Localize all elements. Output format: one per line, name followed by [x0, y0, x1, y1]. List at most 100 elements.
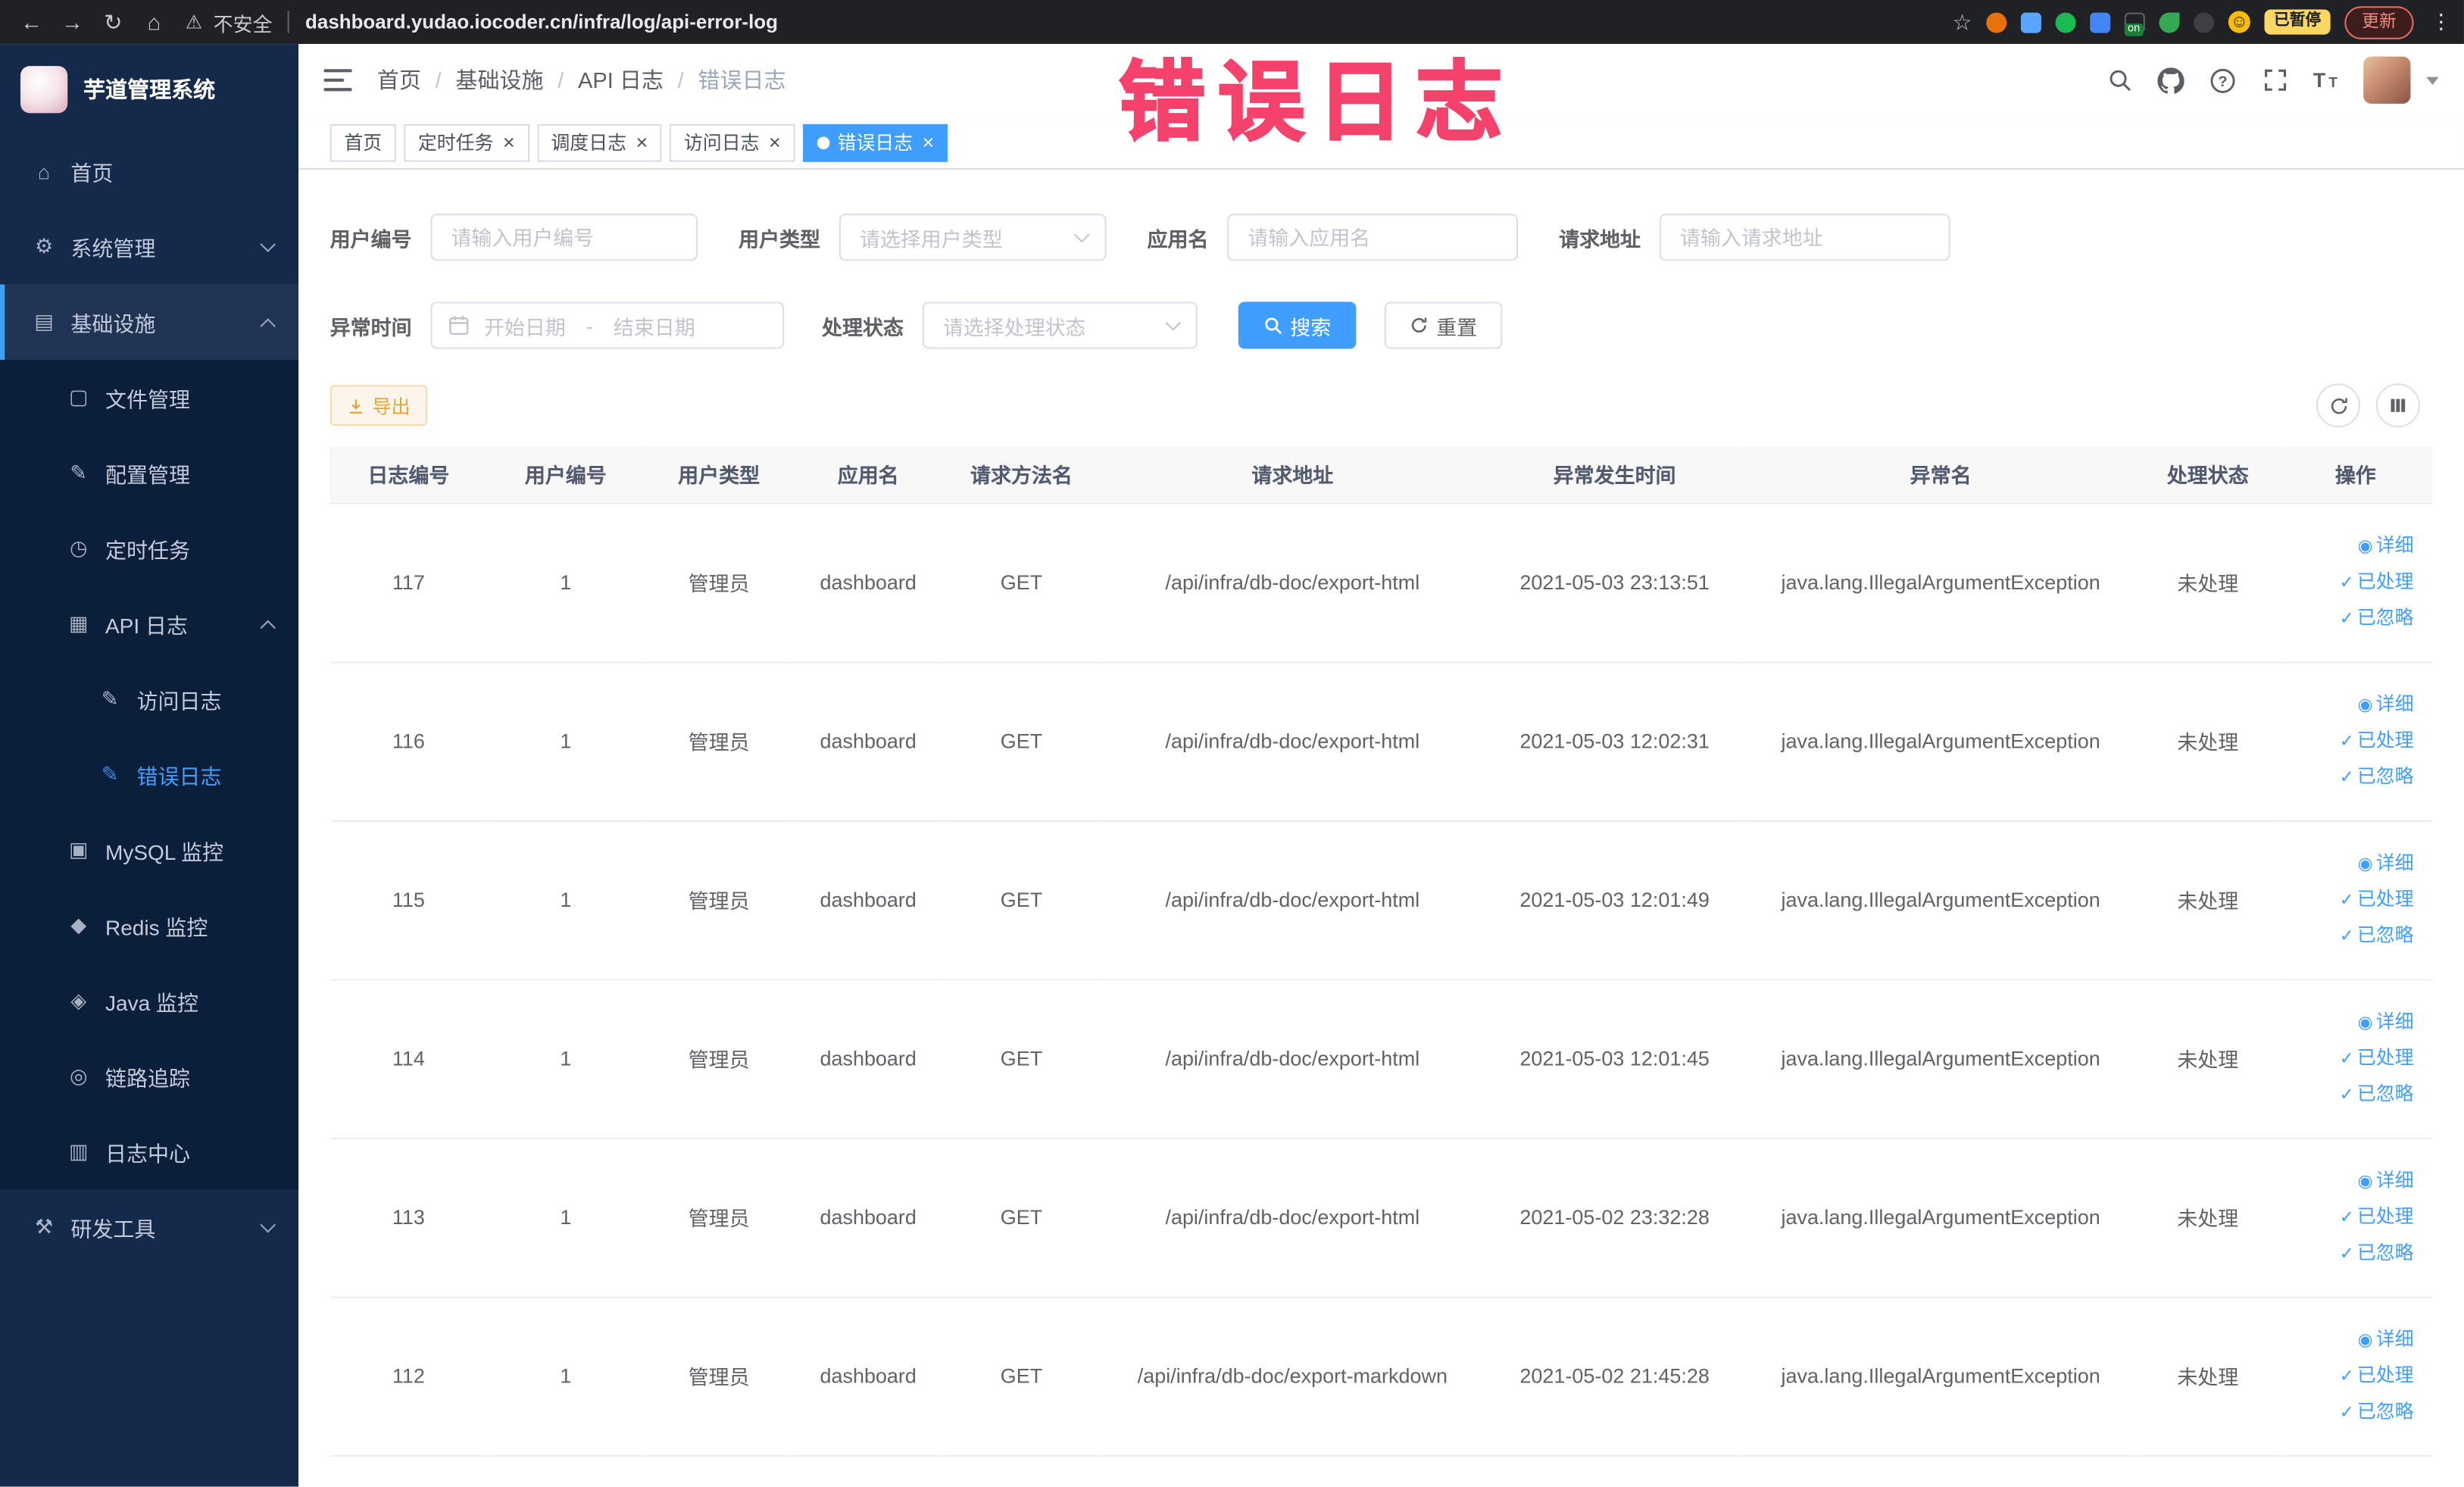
tab-close-icon[interactable]: × — [769, 132, 781, 152]
ignored-link[interactable]: ✓ 已忽略 — [2288, 1076, 2414, 1113]
detail-link[interactable]: ◉ 详细 — [2288, 687, 2414, 723]
logo-title: 芋道管理系统 — [83, 76, 216, 102]
user-id-input[interactable] — [430, 214, 698, 261]
tab-close-icon[interactable]: × — [636, 132, 648, 152]
sidebar-item-label: Redis 监控 — [105, 916, 208, 940]
extension-icon-1[interactable] — [1986, 11, 2007, 33]
cell-id: 113 — [329, 1138, 488, 1298]
sidebar-item-1[interactable]: ⚙ 系统管理 — [0, 209, 298, 285]
column-header: 操作 — [2278, 446, 2433, 504]
check-icon: ✓ — [2339, 927, 2354, 946]
sidebar-item-4[interactable]: ✎ 配置管理 — [0, 435, 299, 511]
browser-menu-icon[interactable]: ⋮ — [2431, 9, 2451, 34]
search-button[interactable]: 搜索 — [1238, 301, 1357, 349]
extension-icon-4[interactable] — [2090, 11, 2111, 33]
cell-app: dashboard — [793, 661, 943, 821]
reload-icon[interactable]: ↻ — [94, 8, 132, 35]
tab-close-icon[interactable]: × — [503, 132, 515, 152]
detail-link[interactable]: ◉ 详细 — [2288, 1163, 2414, 1199]
github-icon[interactable] — [2156, 65, 2185, 95]
extension-icon-3[interactable] — [2055, 11, 2076, 33]
extension-icon-5[interactable]: on — [2124, 11, 2145, 36]
ignored-link[interactable]: ✓ 已忽略 — [2288, 600, 2414, 636]
address-bar[interactable]: ⚠ 不安全 dashboard.yudao.iocoder.cn/infra/l… — [186, 7, 1934, 36]
bookmark-star-icon[interactable]: ☆ — [1953, 8, 1972, 35]
sidebar-collapse-icon[interactable] — [323, 69, 352, 92]
cell-method: GET — [942, 820, 1101, 980]
ignored-link[interactable]: ✓ 已忽略 — [2288, 918, 2414, 954]
tab-label: 定时任务 — [417, 132, 494, 155]
extension-on-badge: on — [2124, 23, 2144, 36]
help-icon[interactable]: ? — [2208, 65, 2238, 95]
export-button[interactable]: 导出 — [329, 385, 428, 426]
sidebar-item-0[interactable]: ⌂ 首页 — [0, 133, 298, 209]
sidebar-item-label: 定时任务 — [105, 539, 191, 563]
cell-method: GET — [942, 661, 1101, 821]
column-settings-button[interactable] — [2375, 383, 2420, 428]
breadcrumb-item[interactable]: 错误日志 — [698, 64, 785, 95]
detail-link[interactable]: ◉ 详细 — [2288, 1322, 2414, 1358]
processed-link[interactable]: ✓ 已处理 — [2288, 1040, 2414, 1076]
process-status-select[interactable]: 请选择处理状态 — [922, 301, 1198, 349]
home-icon: ⌂ — [37, 159, 51, 183]
browser-update-button[interactable]: 更新 — [2344, 5, 2414, 39]
font-size-icon[interactable]: TT — [2312, 65, 2341, 95]
sidebar-item-10[interactable]: ◆ Redis 监控 — [0, 888, 299, 964]
processed-link[interactable]: ✓ 已处理 — [2288, 1199, 2414, 1236]
forward-icon[interactable]: → — [54, 9, 92, 34]
back-icon[interactable]: ← — [13, 9, 51, 34]
ignored-link[interactable]: ✓ 已忽略 — [2288, 1394, 2414, 1430]
sidebar-item-12[interactable]: ◎ 链路追踪 — [0, 1039, 299, 1114]
sidebar-item-9[interactable]: ▣ MySQL 监控 — [0, 812, 299, 889]
chevron-down-icon — [1074, 226, 1090, 242]
tab-item-3[interactable]: 访问日志 × — [670, 123, 795, 161]
cell-exception: java.lang.IllegalArgumentException — [1744, 502, 2138, 663]
sidebar-item-6[interactable]: ▦ API 日志 — [0, 586, 299, 662]
sidebar-item-14[interactable]: ⚒ 研发工具 — [0, 1189, 298, 1265]
sidebar-item-11[interactable]: ◈ Java 监控 — [0, 963, 299, 1039]
breadcrumb-item[interactable]: 基础设施 — [455, 64, 543, 95]
user-type-select[interactable]: 请选择用户类型 — [839, 214, 1107, 261]
extension-icon-2[interactable] — [2020, 11, 2041, 33]
processed-link[interactable]: ✓ 已处理 — [2288, 1357, 2414, 1394]
sidebar-item-2[interactable]: ▤ 基础设施 — [0, 284, 299, 361]
sidebar-item-5[interactable]: ◷ 定时任务 — [0, 511, 299, 586]
refresh-button[interactable] — [2316, 383, 2361, 428]
detail-link[interactable]: ◉ 详细 — [2288, 528, 2414, 564]
tab-item-1[interactable]: 定时任务 × — [404, 123, 529, 161]
processed-link[interactable]: ✓ 已处理 — [2288, 882, 2414, 918]
browser-home-icon[interactable]: ⌂ — [135, 9, 173, 34]
sidebar-item-3[interactable]: ▢ 文件管理 — [0, 360, 299, 436]
extension-icon-6[interactable] — [2159, 11, 2180, 33]
avatar[interactable] — [2363, 56, 2411, 104]
sidebar-item-label: 基础设施 — [70, 312, 156, 336]
sidebar-item-13[interactable]: ▥ 日志中心 — [0, 1114, 299, 1190]
extension-icon-7[interactable] — [2194, 11, 2215, 33]
app-name-input[interactable] — [1227, 214, 1519, 261]
processed-link[interactable]: ✓ 已处理 — [2288, 723, 2414, 759]
detail-link[interactable]: ◉ 详细 — [2288, 845, 2414, 882]
request-url-input[interactable] — [1659, 214, 1950, 261]
detail-link[interactable]: ◉ 详细 — [2288, 1004, 2414, 1041]
sidebar-item-8[interactable]: ✎ 错误日志 — [0, 736, 299, 813]
fullscreen-icon[interactable] — [2259, 65, 2289, 95]
eye-icon: ◉ — [2357, 1172, 2373, 1192]
tab-close-icon[interactable]: × — [922, 132, 934, 152]
ignored-link[interactable]: ✓ 已忽略 — [2288, 759, 2414, 795]
exception-time-range-picker[interactable]: 开始日期 - 结束日期 — [430, 301, 785, 349]
smiley-extension-icon[interactable]: ☺ — [2228, 11, 2250, 33]
sidebar-item-7[interactable]: ✎ 访问日志 — [0, 661, 299, 737]
processed-link[interactable]: ✓ 已处理 — [2288, 564, 2414, 601]
tab-item-2[interactable]: 调度日志 × — [536, 123, 662, 161]
ignored-link[interactable]: ✓ 已忽略 — [2288, 1236, 2414, 1272]
avatar-caret-down-icon[interactable] — [2426, 76, 2439, 84]
search-icon[interactable] — [2104, 65, 2134, 95]
sidebar-item-label: 研发工具 — [70, 1217, 156, 1242]
breadcrumb-item[interactable]: 首页 — [377, 64, 421, 95]
chevron-down-icon — [1165, 314, 1182, 330]
reset-button[interactable]: 重置 — [1384, 301, 1503, 349]
tab-item-4[interactable]: 错误日志 × — [802, 123, 948, 161]
breadcrumb-item[interactable]: API 日志 — [578, 64, 664, 95]
cell-app: dashboard — [793, 1138, 943, 1298]
tab-item-0[interactable]: 首页 — [329, 123, 396, 161]
